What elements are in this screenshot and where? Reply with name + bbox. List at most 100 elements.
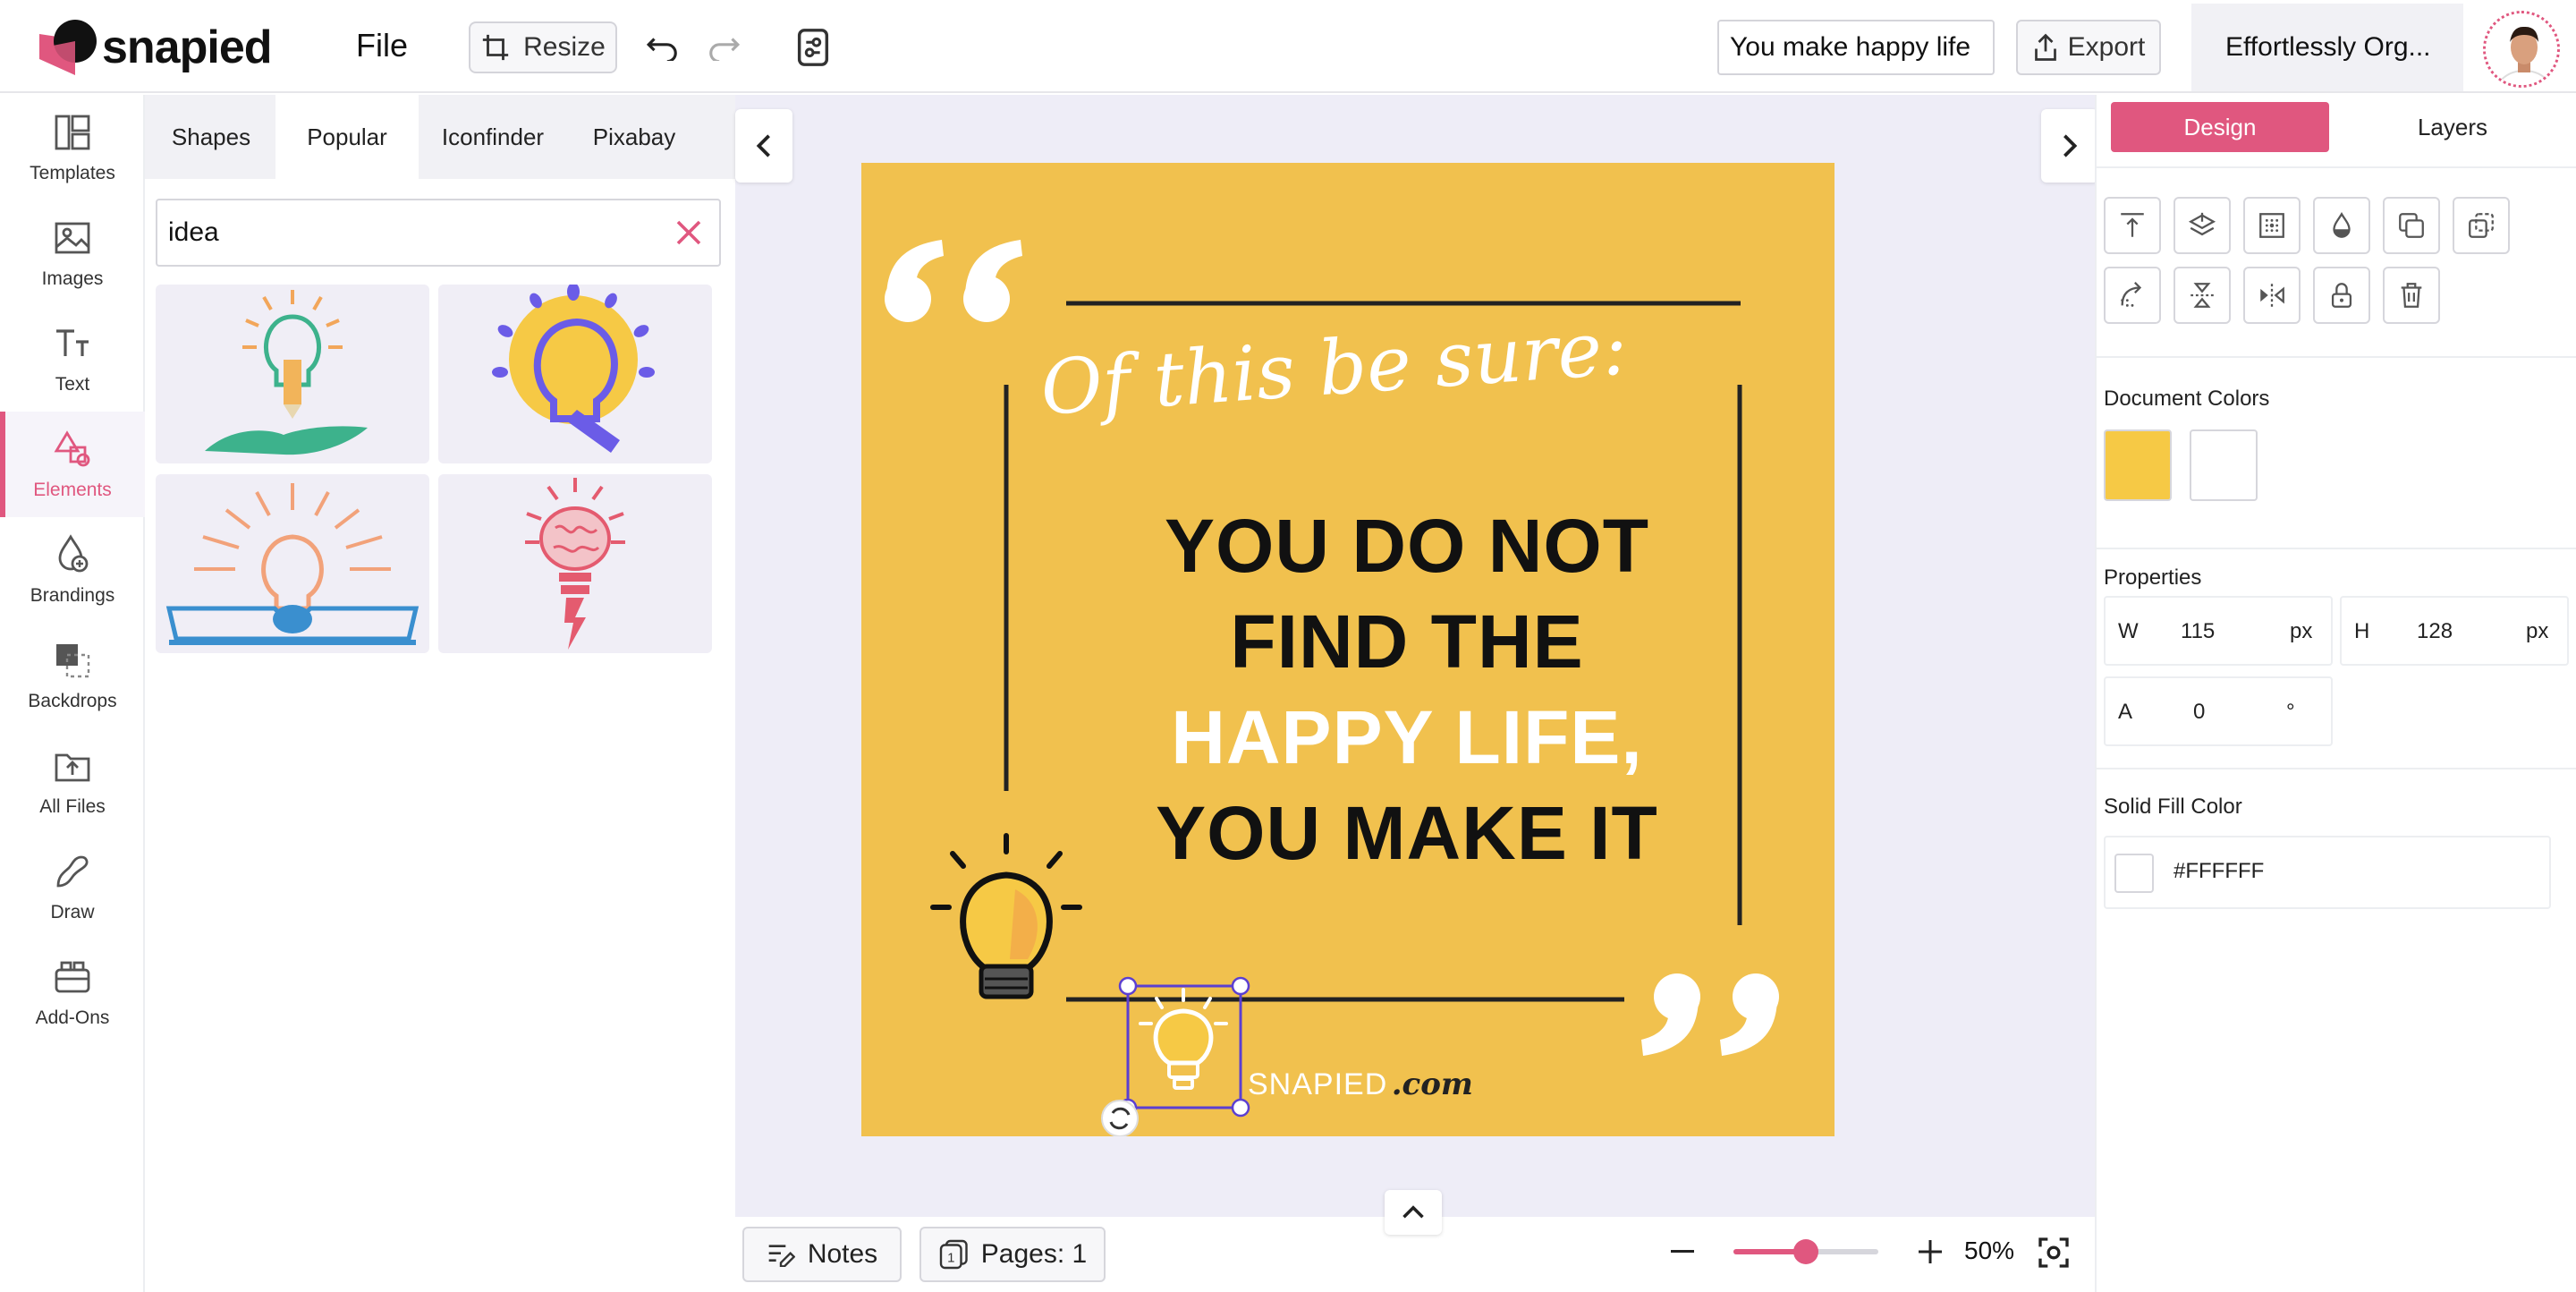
layer-order-button[interactable] — [2174, 197, 2231, 254]
solid-fill-picker[interactable]: #FFFFFF — [2104, 836, 2551, 909]
nav-templates[interactable]: Templates — [0, 95, 145, 200]
settings-button[interactable] — [791, 23, 835, 72]
zoom-in-button[interactable] — [1912, 1233, 1948, 1271]
result-lightbulb-hand[interactable] — [156, 285, 429, 463]
tab-design[interactable]: Design — [2111, 102, 2329, 152]
nav-label: Text — [55, 374, 90, 395]
lightbulb-book-icon — [165, 483, 419, 645]
layers-icon — [2188, 212, 2216, 236]
elements-tabs: Shapes Popular Iconfinder Pixabay — [145, 95, 735, 179]
export-icon — [2034, 33, 2056, 61]
resize-button[interactable]: Resize — [469, 21, 617, 73]
element-search[interactable]: idea — [156, 199, 721, 267]
tab-iconfinder[interactable]: Iconfinder — [419, 95, 567, 179]
draw-icon — [56, 855, 89, 888]
result-lightbulb-brain[interactable] — [438, 474, 712, 653]
angle-value[interactable]: 0 — [2193, 700, 2205, 725]
delete-button[interactable] — [2383, 267, 2440, 324]
result-lightbulb-book[interactable] — [156, 474, 429, 653]
export-button[interactable]: Export — [2016, 20, 2161, 75]
width-value[interactable]: 115 — [2181, 619, 2215, 644]
elements-icon — [54, 430, 90, 467]
design-title-input[interactable]: You make happy life — [1717, 20, 1995, 75]
resize-label: Resize — [523, 32, 606, 62]
templates-icon — [55, 115, 90, 150]
undo-icon — [646, 38, 677, 61]
divider — [2095, 548, 2576, 549]
result-lightbulb-sun[interactable] — [438, 285, 712, 463]
fill-hex-value[interactable]: #FFFFFF — [2174, 859, 2264, 884]
nav-all-files[interactable]: All Files — [0, 728, 145, 834]
copy-style-button[interactable] — [2453, 197, 2510, 254]
clear-search-icon[interactable] — [673, 217, 705, 249]
search-input[interactable]: idea — [168, 200, 219, 265]
avatar-icon — [2486, 13, 2557, 85]
angle-field[interactable]: A 0 ° — [2104, 676, 2333, 746]
organization-switcher[interactable]: Effortlessly Org... — [2191, 4, 2463, 91]
height-value[interactable]: 128 — [2417, 619, 2453, 644]
collapse-right-panel-button[interactable] — [2041, 109, 2098, 183]
nav-backdrops[interactable]: Backdrops — [0, 623, 145, 728]
height-field[interactable]: H 128 px — [2340, 596, 2569, 666]
flip-horizontal-button[interactable] — [2243, 267, 2301, 324]
nav-elements[interactable]: Elements — [0, 412, 145, 517]
lightbulb-hand-icon — [205, 290, 368, 455]
duplicate-icon — [2399, 213, 2424, 238]
redo-button[interactable] — [703, 27, 744, 68]
images-icon — [55, 222, 90, 254]
tab-layers[interactable]: Layers — [2343, 102, 2562, 152]
crop-icon — [482, 34, 509, 61]
notes-button[interactable]: Notes — [742, 1227, 902, 1282]
lightbulb-brain-icon — [525, 478, 625, 650]
close-quote-icon — [1641, 973, 1779, 1056]
document-color-swatch[interactable] — [2104, 429, 2172, 501]
opacity-button[interactable] — [2313, 197, 2370, 254]
nav-add-ons[interactable]: Add-Ons — [0, 939, 145, 1045]
quote-line-3[interactable]: HAPPY LIFE, — [1139, 694, 1675, 781]
copy-style-icon — [2469, 213, 2494, 238]
document-color-swatch[interactable] — [2190, 429, 2258, 501]
plus-icon — [1919, 1240, 1942, 1263]
tab-pixabay[interactable]: Pixabay — [567, 95, 701, 179]
align-top-button[interactable] — [2104, 197, 2161, 254]
nav-images[interactable]: Images — [0, 200, 145, 306]
user-avatar[interactable] — [2483, 11, 2560, 88]
nav-label: Templates — [30, 163, 115, 183]
design-canvas[interactable]: Of this be sure: YOU DO NOT FIND THE HAP… — [861, 163, 1835, 1136]
collapse-left-panel-button[interactable] — [735, 109, 792, 183]
nav-brandings[interactable]: Brandings — [0, 517, 145, 623]
pages-icon: 1 — [939, 1239, 968, 1270]
document-colors-title: Document Colors — [2104, 387, 2270, 411]
zoom-slider-handle[interactable] — [1793, 1239, 1818, 1264]
tab-popular[interactable]: Popular — [275, 95, 419, 179]
snapied-logo-icon — [39, 20, 97, 75]
lock-icon — [2331, 283, 2352, 308]
pages-button[interactable]: 1 Pages: 1 — [919, 1227, 1106, 1282]
width-field[interactable]: W 115 px — [2104, 596, 2333, 666]
fill-color-swatch[interactable] — [2114, 854, 2154, 893]
expand-pages-button[interactable] — [1385, 1190, 1442, 1235]
canvas-brand-text[interactable]: SNAPIED .com — [1248, 1067, 1473, 1102]
zoom-slider[interactable] — [1733, 1239, 1878, 1264]
duplicate-button[interactable] — [2383, 197, 2440, 254]
quote-line-2[interactable]: FIND THE — [1139, 599, 1675, 685]
logo[interactable]: snapied — [36, 16, 272, 79]
quote-line-1[interactable]: YOU DO NOT — [1139, 503, 1675, 590]
quote-line-4[interactable]: YOU MAKE IT — [1139, 790, 1675, 877]
curve-text-button[interactable] — [2104, 267, 2161, 324]
position-grid-button[interactable] — [2243, 197, 2301, 254]
redo-icon — [709, 38, 741, 61]
zoom-out-button[interactable] — [1665, 1233, 1699, 1271]
lightbulb-sun-icon — [492, 285, 655, 453]
flip-vertical-button[interactable] — [2174, 267, 2231, 324]
file-menu[interactable]: File — [356, 27, 408, 64]
tab-shapes[interactable]: Shapes — [145, 95, 277, 179]
nav-draw[interactable]: Draw — [0, 834, 145, 939]
rotate-handle — [1101, 1100, 1139, 1136]
nav-text[interactable]: Text — [0, 306, 145, 412]
divider — [2095, 356, 2576, 358]
lock-button[interactable] — [2313, 267, 2370, 324]
fit-to-screen-icon[interactable] — [2036, 1235, 2072, 1271]
undo-button[interactable] — [642, 27, 683, 68]
open-quote-icon — [885, 240, 1022, 322]
